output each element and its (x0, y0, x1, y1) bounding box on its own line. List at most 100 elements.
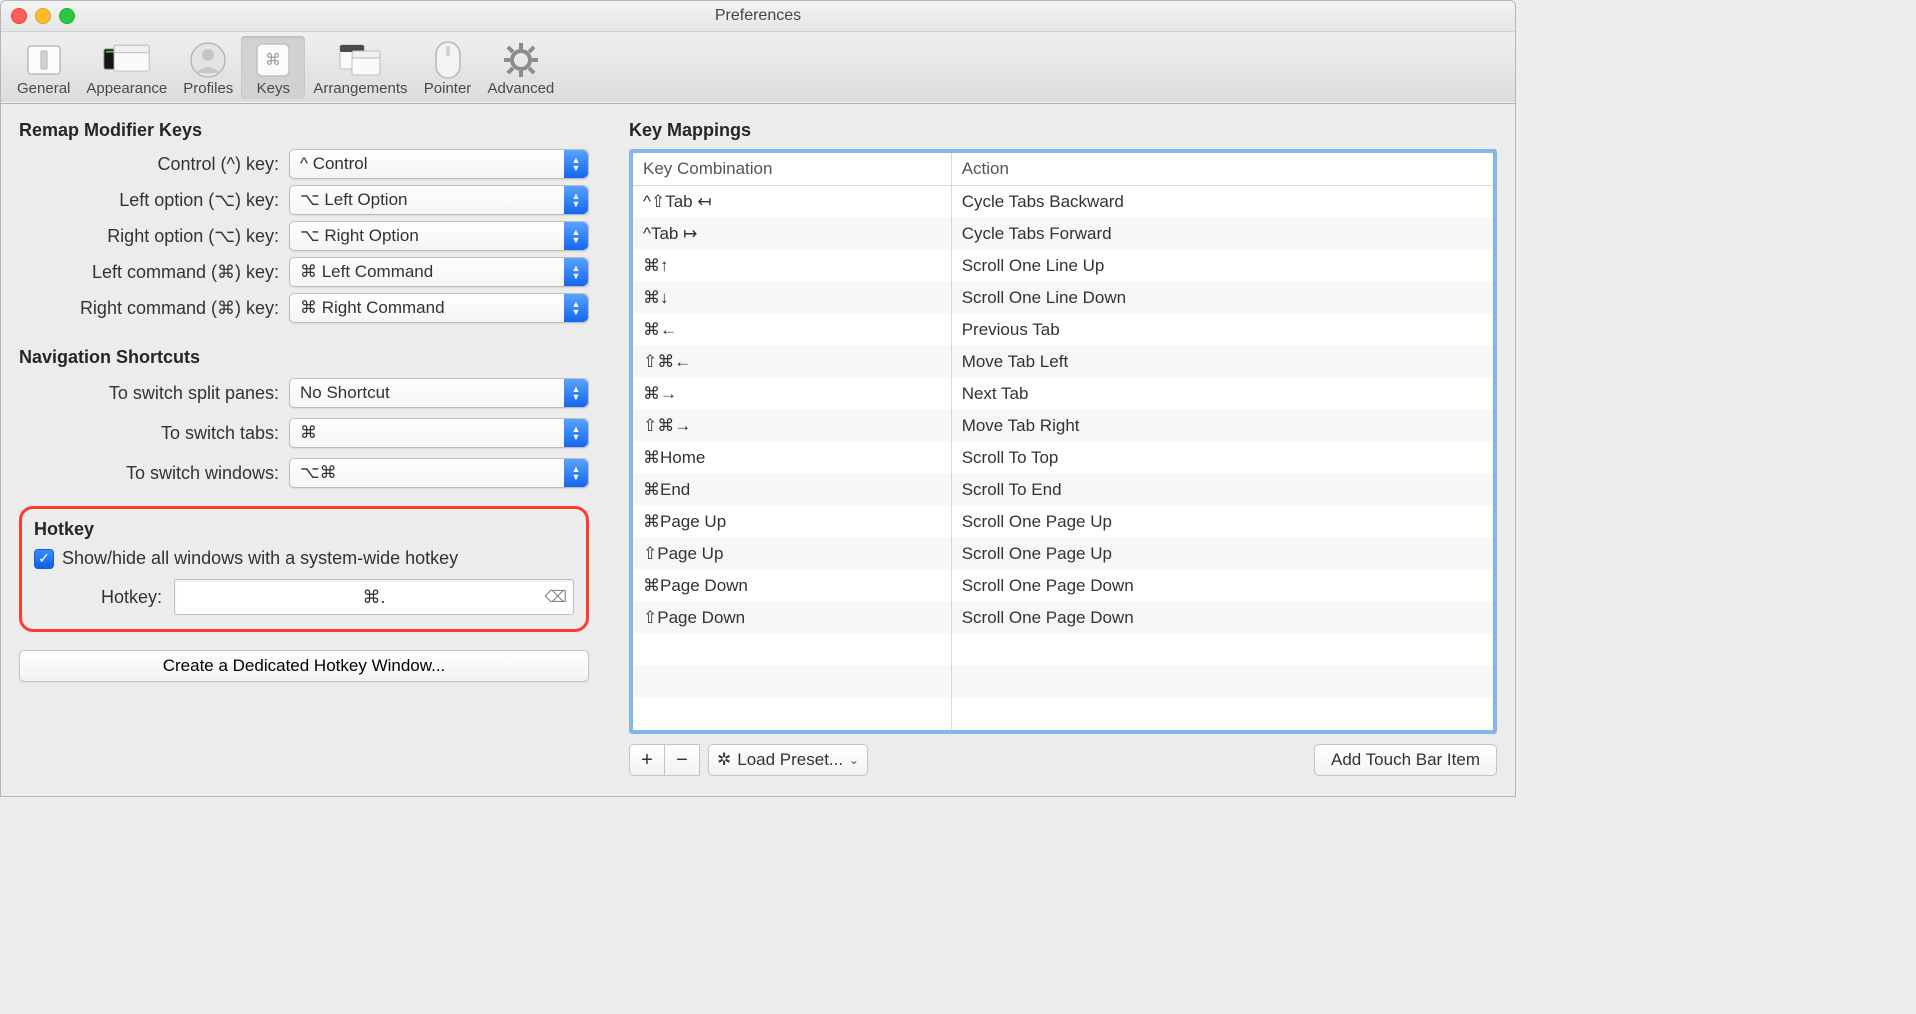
toolbar-profiles[interactable]: Profiles (175, 36, 241, 99)
hotkey-field-label: Hotkey: (34, 587, 174, 608)
table-row[interactable]: ⌘↑Scroll One Line Up (633, 250, 1493, 282)
select-value: ⌘ Left Command (300, 262, 564, 282)
add-touch-bar-item-button[interactable]: Add Touch Bar Item (1314, 744, 1497, 776)
cell-combo: ⌘Page Up (633, 506, 951, 538)
key-mappings-col-action[interactable]: Action (951, 153, 1493, 186)
key-mappings-footer: + − ✲ Load Preset... ⌄ Add Touch Bar Ite… (629, 744, 1497, 776)
cell-combo: ⌘Home (633, 442, 951, 474)
select-value: ⌘ Right Command (300, 298, 564, 318)
toolbar-keys[interactable]: ⌘ Keys (241, 36, 305, 99)
form-label: To switch split panes: (19, 383, 289, 404)
cell-combo: ^Tab ↦ (633, 218, 951, 250)
select-value: ⌘ (300, 423, 564, 443)
key-mappings-table[interactable]: Key Combination Action ^⇧Tab ↤Cycle Tabs… (633, 153, 1493, 730)
cell-combo: ^⇧Tab ↤ (633, 186, 951, 219)
select-arrows-icon: ▲▼ (564, 186, 588, 214)
cell-action: Scroll One Line Up (951, 250, 1493, 282)
select-remap-2[interactable]: ⌥ Right Option▲▼ (289, 221, 589, 251)
left-panel: Remap Modifier Keys Control (^) key:^ Co… (19, 116, 589, 776)
cell-action: Scroll One Page Up (951, 506, 1493, 538)
select-arrows-icon: ▲▼ (564, 150, 588, 178)
select-nav-1[interactable]: ⌘▲▼ (289, 418, 589, 448)
cell-combo: ⌘← (633, 314, 951, 346)
cell-combo: ⇧Page Up (633, 538, 951, 570)
form-row-remap-4: Right command (⌘) key:⌘ Right Command▲▼ (19, 293, 589, 323)
add-mapping-button[interactable]: + (629, 744, 665, 776)
cell-action: Cycle Tabs Forward (951, 218, 1493, 250)
toolbar-label: Keys (257, 80, 290, 99)
form-label: To switch windows: (19, 463, 289, 484)
cell-action: Scroll One Page Down (951, 570, 1493, 602)
table-row[interactable]: ⌘HomeScroll To Top (633, 442, 1493, 474)
toolbar-arrangements[interactable]: Arrangements (305, 36, 415, 99)
table-row[interactable]: ⇧⌘←Move Tab Left (633, 346, 1493, 378)
cell-action: Scroll One Page Down (951, 602, 1493, 634)
table-row[interactable]: ⌘←Previous Tab (633, 314, 1493, 346)
zoom-window-button[interactable] (59, 8, 75, 24)
gear-icon (497, 40, 545, 80)
pointer-icon (424, 40, 472, 80)
key-mappings-title: Key Mappings (629, 120, 1497, 141)
cell-combo: ⇧Page Down (633, 602, 951, 634)
select-value: ⌥ Left Option (300, 190, 564, 210)
hotkey-input[interactable]: ⌘. ⌫ (174, 579, 574, 615)
select-arrows-icon: ▲▼ (564, 258, 588, 286)
cell-action: Move Tab Left (951, 346, 1493, 378)
svg-text:⌘: ⌘ (265, 52, 281, 69)
select-remap-4[interactable]: ⌘ Right Command▲▼ (289, 293, 589, 323)
select-arrows-icon: ▲▼ (564, 222, 588, 250)
load-preset-select[interactable]: ✲ Load Preset... ⌄ (708, 744, 868, 776)
toolbar-advanced[interactable]: Advanced (480, 36, 563, 99)
hotkey-checkbox-label: Show/hide all windows with a system-wide… (62, 548, 458, 569)
select-nav-0[interactable]: No Shortcut▲▼ (289, 378, 589, 408)
cell-combo: ⌘↑ (633, 250, 951, 282)
hotkey-checkbox[interactable]: ✓ (34, 549, 54, 569)
table-row[interactable]: ⌘↓Scroll One Line Down (633, 282, 1493, 314)
table-row[interactable]: ⌘→Next Tab (633, 378, 1493, 410)
table-row[interactable]: ⌘EndScroll To End (633, 474, 1493, 506)
form-label: Right command (⌘) key: (19, 298, 289, 319)
profiles-icon (184, 40, 232, 80)
appearance-icon (103, 40, 151, 80)
select-remap-1[interactable]: ⌥ Left Option▲▼ (289, 185, 589, 215)
content-area: Remap Modifier Keys Control (^) key:^ Co… (1, 104, 1515, 796)
select-remap-0[interactable]: ^ Control▲▼ (289, 149, 589, 179)
form-row-remap-1: Left option (⌥) key:⌥ Left Option▲▼ (19, 185, 589, 215)
table-row[interactable]: ^⇧Tab ↤Cycle Tabs Backward (633, 186, 1493, 219)
cell-action: Scroll One Page Up (951, 538, 1493, 570)
cell-combo: ⌘↓ (633, 282, 951, 314)
toolbar-appearance[interactable]: Appearance (78, 36, 175, 99)
key-mappings-col-combo[interactable]: Key Combination (633, 153, 951, 186)
remove-mapping-button[interactable]: − (665, 744, 700, 776)
toolbar-label: Profiles (183, 80, 233, 99)
titlebar: Preferences (1, 1, 1515, 32)
toolbar-general[interactable]: General (9, 36, 78, 99)
table-row[interactable]: ⌘Page UpScroll One Page Up (633, 506, 1493, 538)
cell-action: Move Tab Right (951, 410, 1493, 442)
form-label: Right option (⌥) key: (19, 226, 289, 247)
table-row[interactable]: ^Tab ↦Cycle Tabs Forward (633, 218, 1493, 250)
cell-action: Scroll To Top (951, 442, 1493, 474)
select-nav-2[interactable]: ⌥⌘▲▼ (289, 458, 589, 488)
table-row[interactable]: ⇧Page DownScroll One Page Down (633, 602, 1493, 634)
minimize-window-button[interactable] (35, 8, 51, 24)
select-remap-3[interactable]: ⌘ Left Command▲▼ (289, 257, 589, 287)
table-row[interactable]: ⌘Page DownScroll One Page Down (633, 570, 1493, 602)
clear-hotkey-icon[interactable]: ⌫ (544, 587, 567, 607)
preferences-toolbar: General Appearance Profiles (1, 32, 1515, 104)
form-row-remap-0: Control (^) key:^ Control▲▼ (19, 149, 589, 179)
form-label: Control (^) key: (19, 154, 289, 175)
right-panel: Key Mappings Key Combination Action ^⇧Ta… (629, 116, 1497, 776)
cell-action: Scroll To End (951, 474, 1493, 506)
form-row-remap-3: Left command (⌘) key:⌘ Left Command▲▼ (19, 257, 589, 287)
table-row[interactable]: ⇧Page UpScroll One Page Up (633, 538, 1493, 570)
create-dedicated-hotkey-button[interactable]: Create a Dedicated Hotkey Window... (19, 650, 589, 682)
close-window-button[interactable] (11, 8, 27, 24)
window-title: Preferences (715, 7, 801, 25)
toolbar-pointer[interactable]: Pointer (416, 36, 480, 99)
select-arrows-icon: ▲▼ (564, 379, 588, 407)
cell-action: Scroll One Line Down (951, 282, 1493, 314)
table-row[interactable]: ⇧⌘→Move Tab Right (633, 410, 1493, 442)
hotkey-value: ⌘. (362, 587, 385, 608)
hotkey-checkbox-row[interactable]: ✓ Show/hide all windows with a system-wi… (34, 548, 574, 569)
